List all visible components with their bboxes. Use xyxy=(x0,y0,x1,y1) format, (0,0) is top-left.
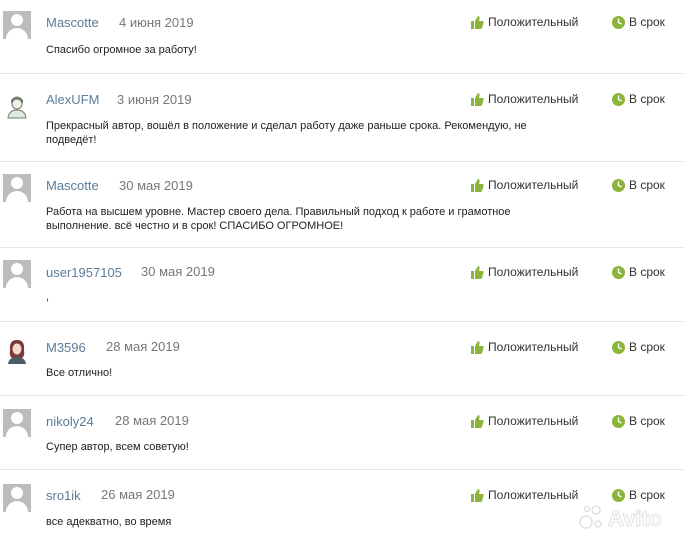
thumbs-up-icon xyxy=(471,488,484,502)
rating-label: Положительный xyxy=(488,15,579,29)
review-date: 3 июня 2019 xyxy=(117,92,192,107)
review-author[interactable]: user1957105 xyxy=(46,265,122,280)
rating-label: Положительный xyxy=(488,414,579,428)
timing-label: В срок xyxy=(629,178,665,192)
avatar[interactable] xyxy=(3,409,31,437)
watermark-text: Avito xyxy=(608,506,662,531)
rating-label: Положительный xyxy=(488,178,579,192)
review-text: Все отлично! xyxy=(46,367,113,379)
avatar[interactable] xyxy=(3,336,31,364)
timing-on-time: В срок xyxy=(612,265,665,279)
user-avatar-icon xyxy=(8,340,26,364)
review-text: все адекватно, во время xyxy=(46,516,172,528)
review-text: Прекрасный автор, вошёл в положение и сд… xyxy=(46,120,527,146)
thumbs-up-icon xyxy=(471,15,484,29)
review-date: 28 мая 2019 xyxy=(106,339,180,354)
review-date: 4 июня 2019 xyxy=(119,15,194,30)
review-text: Супер автор, всем советую! xyxy=(46,441,189,453)
rating-positive: Положительный xyxy=(471,265,578,279)
review-item: M3596 28 мая 2019 Положительный В срок В… xyxy=(0,322,684,396)
rating-label: Положительный xyxy=(488,92,579,106)
review-author[interactable]: AlexUFM xyxy=(46,92,99,107)
rating-label: Положительный xyxy=(488,340,579,354)
clock-icon xyxy=(612,340,625,354)
timing-label: В срок xyxy=(629,15,665,29)
avatar[interactable] xyxy=(3,11,31,39)
timing-label: В срок xyxy=(629,414,665,428)
thumbs-up-icon xyxy=(471,178,484,192)
review-date: 30 мая 2019 xyxy=(141,264,215,279)
timing-on-time: В срок xyxy=(612,15,665,29)
thumbs-up-icon xyxy=(471,414,484,428)
review-item: Mascotte 4 июня 2019 Положительный В сро… xyxy=(0,0,684,74)
thumbs-up-icon xyxy=(471,265,484,279)
review-date: 30 мая 2019 xyxy=(119,178,193,193)
rating-label: Положительный xyxy=(488,488,579,502)
rating-label: Положительный xyxy=(488,265,579,279)
clock-icon xyxy=(612,15,625,29)
avatar[interactable] xyxy=(3,174,31,202)
review-item: Mascotte 30 мая 2019 Положительный В сро… xyxy=(0,162,684,248)
timing-on-time: В срок xyxy=(612,92,665,106)
review-date: 28 мая 2019 xyxy=(115,413,189,428)
clock-icon xyxy=(612,414,625,428)
thumbs-up-icon xyxy=(471,340,484,354)
avatar[interactable] xyxy=(3,484,31,512)
review-author[interactable]: Mascotte xyxy=(46,15,99,30)
rating-positive: Положительный xyxy=(471,15,578,29)
timing-on-time: В срок xyxy=(612,178,665,192)
review-author[interactable]: sro1ik xyxy=(46,488,81,503)
review-author[interactable]: Mascotte xyxy=(46,178,99,193)
review-item: nikoly24 28 мая 2019 Положительный В сро… xyxy=(0,396,684,470)
review-item: AlexUFM 3 июня 2019 Положительный В срок… xyxy=(0,74,684,162)
timing-label: В срок xyxy=(629,340,665,354)
avatar[interactable] xyxy=(3,91,31,119)
avito-watermark: Avito xyxy=(579,505,663,532)
rating-positive: Положительный xyxy=(471,178,578,192)
review-text: , xyxy=(46,291,50,303)
timing-label: В срок xyxy=(629,265,665,279)
rating-positive: Положительный xyxy=(471,488,578,502)
rating-positive: Положительный xyxy=(471,340,578,354)
review-author[interactable]: M3596 xyxy=(46,340,86,355)
clock-icon xyxy=(612,92,625,106)
avatar[interactable] xyxy=(3,260,31,288)
review-text: Работа на высшем уровне. Мастер своего д… xyxy=(46,206,511,232)
rating-positive: Положительный xyxy=(471,92,578,106)
rating-positive: Положительный xyxy=(471,414,578,428)
review-date: 26 мая 2019 xyxy=(101,487,175,502)
review-author[interactable]: nikoly24 xyxy=(46,414,94,429)
review-text: Спасибо огромное за работу! xyxy=(46,44,197,56)
user-avatar-icon xyxy=(7,96,27,119)
clock-icon xyxy=(612,265,625,279)
timing-on-time: В срок xyxy=(612,340,665,354)
review-item: user1957105 30 мая 2019 Положительный В … xyxy=(0,248,684,322)
clock-icon xyxy=(612,178,625,192)
timing-label: В срок xyxy=(629,92,665,106)
thumbs-up-icon xyxy=(471,92,484,106)
timing-on-time: В срок xyxy=(612,414,665,428)
